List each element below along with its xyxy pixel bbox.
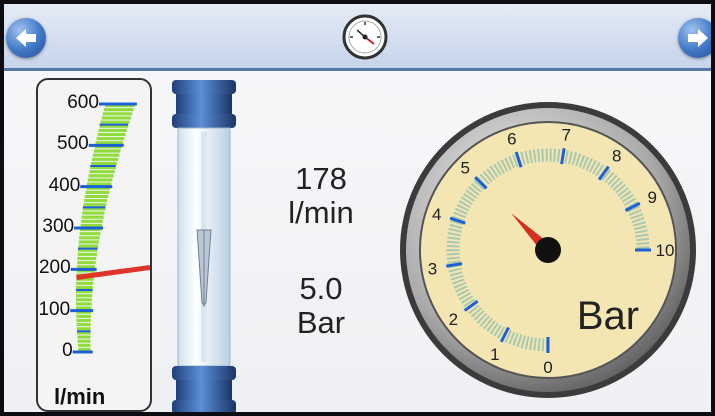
- flow-bar-segment: [81, 219, 103, 223]
- header-bar: [4, 4, 711, 71]
- flow-bar-segment: [76, 285, 93, 289]
- flow-bar-segment: [83, 203, 107, 207]
- flow-bar-segment: [77, 252, 97, 256]
- pressure-value: 5.0: [299, 271, 343, 306]
- flow-bar-segment: [82, 211, 105, 215]
- gauge-tick-label: 6: [507, 130, 516, 149]
- flow-bar-segment: [87, 178, 113, 182]
- pressure-reading: 5.0 Bar: [256, 272, 386, 340]
- flow-bar-segment: [96, 137, 125, 141]
- flow-tick-label: 500: [57, 133, 89, 155]
- flow-bar-segment: [77, 343, 91, 347]
- flow-tick-label: 200: [38, 257, 71, 279]
- flow-bar-segment: [79, 236, 100, 240]
- flow-bar-segment: [77, 261, 96, 265]
- gauge-tick-label: 9: [648, 188, 657, 207]
- flow-bar-segment: [76, 302, 92, 306]
- flow-bar-segment: [84, 194, 109, 199]
- flow-bar-segment: [97, 132, 126, 137]
- flow-bar-segment: [76, 294, 93, 298]
- flow-bar-segment: [76, 323, 91, 327]
- flow-bar-segment: [85, 190, 110, 194]
- flow-bar-segment: [88, 174, 114, 178]
- flow-bar-segment: [79, 232, 101, 236]
- flow-bar-segment: [92, 153, 120, 157]
- gauge-tick-label: 4: [432, 205, 441, 224]
- rotameter-tube: [172, 80, 236, 412]
- flow-tick-label: 300: [42, 216, 75, 237]
- flow-bar-segment: [91, 161, 117, 165]
- flow-bar-segment: [76, 281, 94, 285]
- flow-tick-label: 600: [67, 92, 99, 113]
- flow-bar-segment: [93, 149, 121, 153]
- gauge-tick-label: 0: [543, 358, 552, 377]
- hmi-screen: 600 500 400 300 200 100 0 l/min 178 l/mi…: [4, 4, 711, 412]
- flow-bar-segment: [81, 215, 104, 219]
- flow-bar-segment: [76, 298, 92, 302]
- arrow-right-icon: [688, 29, 708, 47]
- gauge-tick-label: 5: [461, 158, 470, 177]
- gauge-tick-label: 1: [490, 345, 499, 364]
- gauge-tick-label: 7: [562, 125, 571, 144]
- flow-bar-segment: [103, 108, 134, 112]
- flow-rate-reading: 178 l/min: [256, 162, 386, 230]
- pressure-unit: Bar: [296, 305, 346, 340]
- flow-bar-segment: [78, 244, 99, 248]
- flow-rate-value: 178: [295, 161, 347, 196]
- flow-bar-segment: [98, 128, 127, 132]
- gauge-tick-label: 10: [656, 241, 675, 260]
- flow-bar-segment: [101, 116, 131, 120]
- forward-button[interactable]: [678, 18, 711, 58]
- gauge-tick-label: 8: [612, 146, 621, 165]
- flow-bar-segment: [91, 157, 119, 161]
- flow-bar-segment: [78, 240, 99, 244]
- gauge-tick-label: 3: [428, 259, 437, 278]
- flow-tick-label: 100: [38, 298, 71, 320]
- flow-bar-segment: [89, 170, 115, 174]
- flow-tick-label: 400: [48, 174, 81, 196]
- flow-bar-segment: [76, 314, 91, 318]
- flow-bar-segment: [76, 327, 91, 331]
- flow-bar-segment: [100, 120, 130, 124]
- gauge-hub: [535, 237, 561, 263]
- flow-bar-segment: [102, 112, 133, 116]
- flow-bar-segment: [84, 199, 108, 203]
- flow-bar-segment: [77, 335, 91, 339]
- flow-scale-panel: 600 500 400 300 200 100 0 l/min: [36, 78, 152, 412]
- flow-bar-segment: [77, 339, 91, 343]
- gauge-tick-label: 2: [449, 310, 458, 329]
- flow-bar-segment: [77, 256, 97, 261]
- flow-scale-unit: l/min: [54, 384, 106, 409]
- gauge-unit-label: Bar: [577, 294, 639, 338]
- flow-bar-segment: [76, 318, 91, 323]
- back-button[interactable]: [6, 18, 46, 58]
- pressure-gauge-screen-button[interactable]: [340, 12, 390, 62]
- pressure-gauge-dial: 0 1 2 3 4 5 6 7 8 9 10 Bar: [400, 102, 696, 398]
- flow-rate-unit: l/min: [288, 195, 354, 230]
- flow-tick-label: 0: [62, 340, 73, 361]
- pressure-gauge-icon: [342, 14, 388, 60]
- arrow-left-icon: [16, 29, 36, 47]
